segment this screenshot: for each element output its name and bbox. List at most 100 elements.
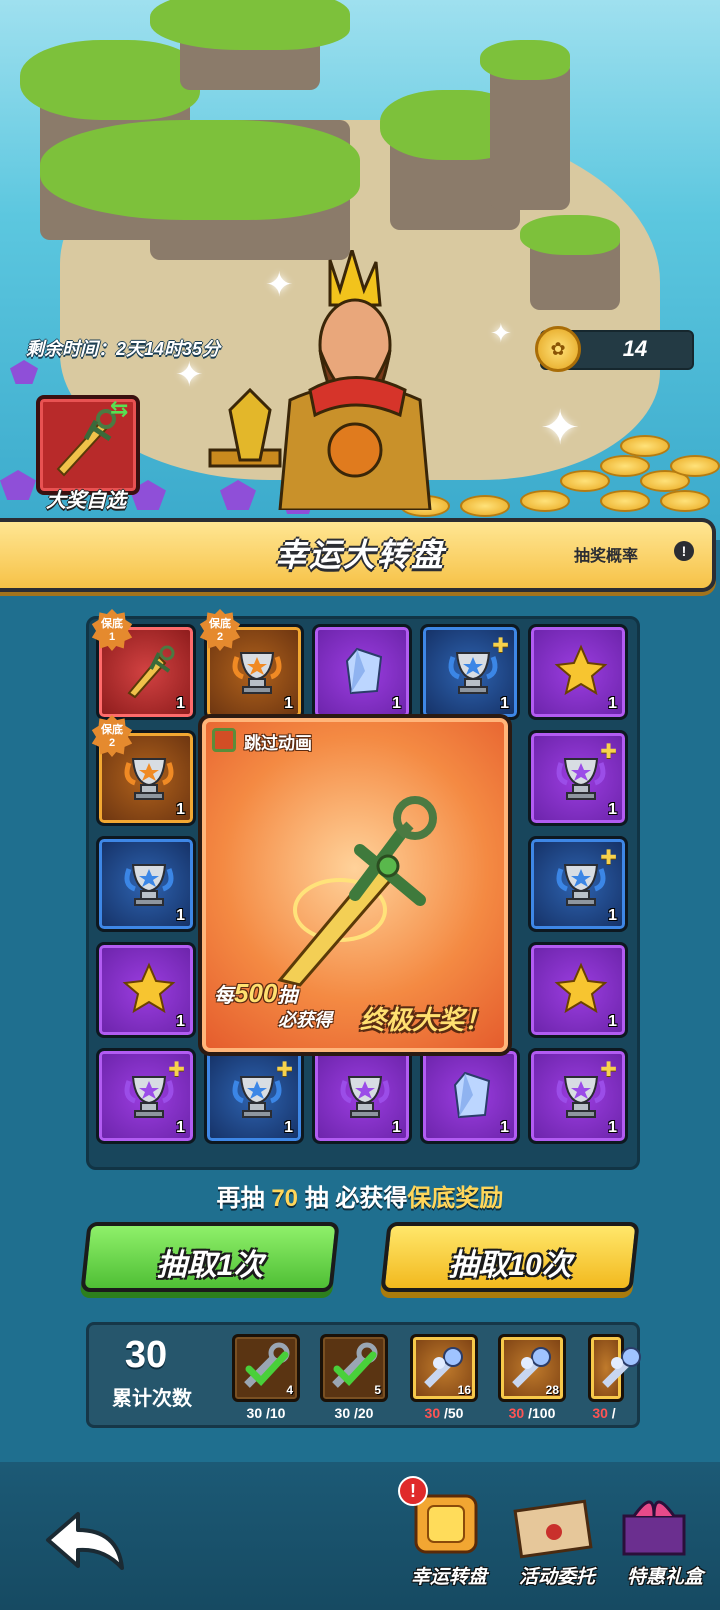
milestone-reward[interactable] xyxy=(588,1334,641,1402)
skip-animation-checkbox[interactable] xyxy=(212,728,236,752)
sparkle-icon: ✦ xyxy=(490,318,512,348)
info-icon[interactable]: ! xyxy=(674,541,694,561)
star-icon xyxy=(122,962,176,1014)
prize-cell: 保底 2 1 xyxy=(91,715,196,826)
event-timer: 剩余时间：2天14时35分 xyxy=(26,339,221,359)
ultimate-sword-icon xyxy=(277,796,437,987)
grass xyxy=(150,0,350,50)
flower-wrench-icon xyxy=(602,1347,641,1388)
prize-quantity: 1 xyxy=(608,695,617,712)
prize-cell: ✚ 1 xyxy=(204,1048,304,1144)
gift-icon xyxy=(622,1500,686,1556)
reward-quantity: 28 xyxy=(545,1383,559,1397)
nav-label-special-gift[interactable]: 特惠礼盒 xyxy=(610,1562,720,1589)
trophy-icon xyxy=(340,1076,390,1118)
prize-quantity: 1 xyxy=(500,1119,509,1136)
guarantee-text: 再抽 70 抽 必获得保底奖励 xyxy=(0,1178,720,1213)
every-prefix: 每 xyxy=(214,985,234,1007)
prize-cell: 1 xyxy=(312,1048,412,1144)
reward-quantity: 5 xyxy=(374,1383,381,1397)
prize-cell: ✚ 1 xyxy=(96,1048,196,1144)
back-arrow-icon[interactable] xyxy=(40,1506,130,1576)
star-icon xyxy=(554,962,608,1014)
prize-cell: 1 xyxy=(528,942,628,1038)
prize-quantity: 1 xyxy=(284,1119,293,1136)
star-icon xyxy=(554,644,608,696)
coin-pile xyxy=(460,495,510,517)
trophy-icon xyxy=(232,652,282,694)
coin-pile xyxy=(670,455,720,477)
sparkle-icon: ✦ xyxy=(540,402,581,455)
milestone-reward[interactable]: 16 xyxy=(410,1334,478,1402)
prize-quantity: 1 xyxy=(500,695,509,712)
every-number: 500 xyxy=(234,978,278,1008)
guarantee-remaining: 70 xyxy=(271,1185,299,1212)
progress-target: / xyxy=(607,1405,616,1421)
prize-cell: ✚ 1 xyxy=(528,730,628,826)
trophy-icon xyxy=(124,864,174,906)
milestone-reward[interactable]: 5 xyxy=(320,1334,388,1402)
reward-quantity: 4 xyxy=(286,1383,293,1397)
milestone-progress: 30 /10 xyxy=(226,1405,306,1421)
notification-badge: ! xyxy=(398,1476,428,1506)
wheel-coin-icon: ✿ xyxy=(535,326,581,372)
skip-animation-label[interactable]: 跳过动画 xyxy=(244,729,312,754)
cliff xyxy=(490,60,570,210)
milestone-progress: 30 /20 xyxy=(314,1405,394,1421)
upgrade-plus-icon: ✚ xyxy=(600,741,617,763)
upgrade-plus-icon: ✚ xyxy=(600,847,617,869)
progress-current: 30 xyxy=(246,1405,263,1421)
prize-cell: 1 xyxy=(528,624,628,720)
every-suffix: 抽 xyxy=(277,985,298,1007)
progress-target: /50 xyxy=(440,1405,464,1421)
prize-quantity: 1 xyxy=(176,907,185,924)
prize-quantity: 1 xyxy=(608,1013,617,1030)
coin-pile xyxy=(600,490,650,512)
upgrade-plus-icon: ✚ xyxy=(492,635,509,657)
milestone-progress: 30 /50 xyxy=(404,1405,484,1421)
progress-target: /20 xyxy=(350,1405,374,1421)
prize-cell: 1 xyxy=(96,836,196,932)
gem-pile xyxy=(10,360,38,384)
draw-once-label[interactable]: 抽取1次 xyxy=(84,1240,336,1284)
grass xyxy=(20,40,200,120)
every-n-draws-text: 每500抽 xyxy=(214,978,297,1009)
prize-cell: 保底 1 1 xyxy=(91,609,196,720)
cumulative-count-label: 累计次数 xyxy=(112,1388,192,1410)
coin-pile xyxy=(600,455,650,477)
progress-target: /10 xyxy=(262,1405,286,1421)
prize-cell: ✚ 1 xyxy=(528,1048,628,1144)
prize-cell: 1 xyxy=(420,1048,520,1144)
draw-probability-link[interactable]: 抽奖概率 xyxy=(574,542,638,566)
milestone-progress: 30 /100 xyxy=(492,1405,572,1421)
guarantee-reward: 保底奖励 xyxy=(407,1185,504,1212)
nav-label-lucky-wheel[interactable]: 幸运转盘 xyxy=(394,1562,504,1589)
swap-icon: ⇆ xyxy=(110,396,129,421)
milestone-reward[interactable]: 28 xyxy=(498,1334,566,1402)
ultimate-prize-text: 终极大奖！ xyxy=(360,1005,491,1035)
prize-cell: 1 xyxy=(312,624,412,720)
prize-quantity: 1 xyxy=(176,695,185,712)
prize-cell: ✚ 1 xyxy=(528,836,628,932)
coin-pile xyxy=(520,490,570,512)
milestone-reward[interactable]: 4 xyxy=(232,1334,300,1402)
reward-quantity: 16 xyxy=(457,1383,471,1397)
prize-quantity: 1 xyxy=(284,695,293,712)
letter-icon xyxy=(513,1499,593,1559)
prize-quantity: 1 xyxy=(608,1119,617,1136)
prize-quantity: 1 xyxy=(608,907,617,924)
upgrade-plus-icon: ✚ xyxy=(168,1059,185,1081)
nav-label-event-quests[interactable]: 活动委托 xyxy=(502,1562,612,1589)
crystal-icon xyxy=(453,1071,491,1119)
prize-quantity: 1 xyxy=(176,1119,185,1136)
draw-ten-label[interactable]: 抽取10次 xyxy=(384,1240,636,1284)
grass xyxy=(480,40,570,80)
prize-quantity: 1 xyxy=(176,801,185,818)
grass xyxy=(40,120,360,220)
prize-cell: ✚ 1 xyxy=(420,624,520,720)
grass xyxy=(520,215,620,255)
coin-count: 14 xyxy=(622,336,648,361)
trophy-icon xyxy=(124,758,174,800)
upgrade-plus-icon: ✚ xyxy=(600,1059,617,1081)
cumulative-count: 30 xyxy=(124,1334,168,1376)
